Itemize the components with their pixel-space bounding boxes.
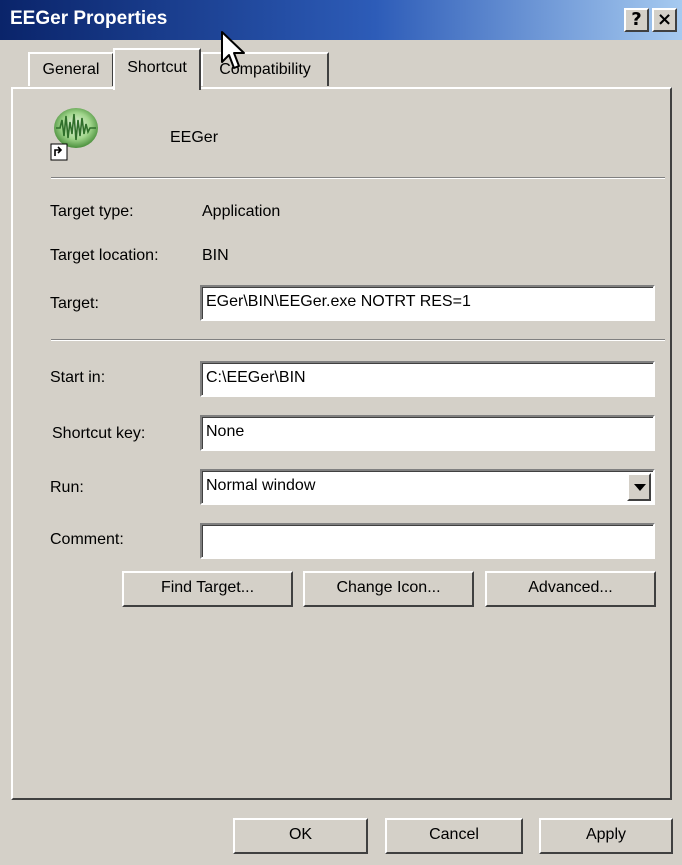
help-button[interactable]: ? <box>624 8 649 32</box>
tab-general[interactable]: General <box>28 52 114 86</box>
run-select-value: Normal window <box>206 477 316 494</box>
advanced-button[interactable]: Advanced... <box>485 571 656 607</box>
comment-input[interactable] <box>200 523 655 559</box>
run-label: Run: <box>50 479 84 496</box>
title-bar[interactable]: EEGer Properties ? × <box>0 0 682 40</box>
target-location-value: BIN <box>202 247 229 264</box>
comment-label: Comment: <box>50 531 124 548</box>
shortcut-key-input[interactable]: None <box>200 415 655 451</box>
change-icon-button[interactable]: Change Icon... <box>303 571 474 607</box>
shortcut-name: EEGer <box>170 129 219 146</box>
cancel-button[interactable]: Cancel <box>385 818 523 854</box>
mouse-cursor-icon <box>220 30 250 77</box>
eeger-app-icon <box>50 106 100 162</box>
ok-button[interactable]: OK <box>233 818 368 854</box>
shortcut-panel: EEGer Target type: Application Target lo… <box>11 87 672 800</box>
target-location-label: Target location: <box>50 247 159 264</box>
start-in-input[interactable]: C:\EEGer\BIN <box>200 361 655 397</box>
target-type-value: Application <box>202 203 281 220</box>
target-label: Target: <box>50 295 99 312</box>
tab-shortcut[interactable]: Shortcut <box>113 48 201 90</box>
run-select[interactable]: Normal window <box>200 469 655 505</box>
start-in-label: Start in: <box>50 369 106 386</box>
window-title: EEGer Properties <box>10 8 168 29</box>
find-target-button[interactable]: Find Target... <box>122 571 293 607</box>
close-button[interactable]: × <box>652 8 677 32</box>
target-type-label: Target type: <box>50 203 134 220</box>
apply-button[interactable]: Apply <box>539 818 673 854</box>
shortcut-key-label: Shortcut key: <box>52 425 146 442</box>
chevron-down-icon[interactable] <box>627 473 651 501</box>
divider <box>51 339 665 341</box>
target-input[interactable]: EGer\BIN\EEGer.exe NOTRT RES=1 <box>200 285 655 321</box>
divider <box>51 177 665 179</box>
